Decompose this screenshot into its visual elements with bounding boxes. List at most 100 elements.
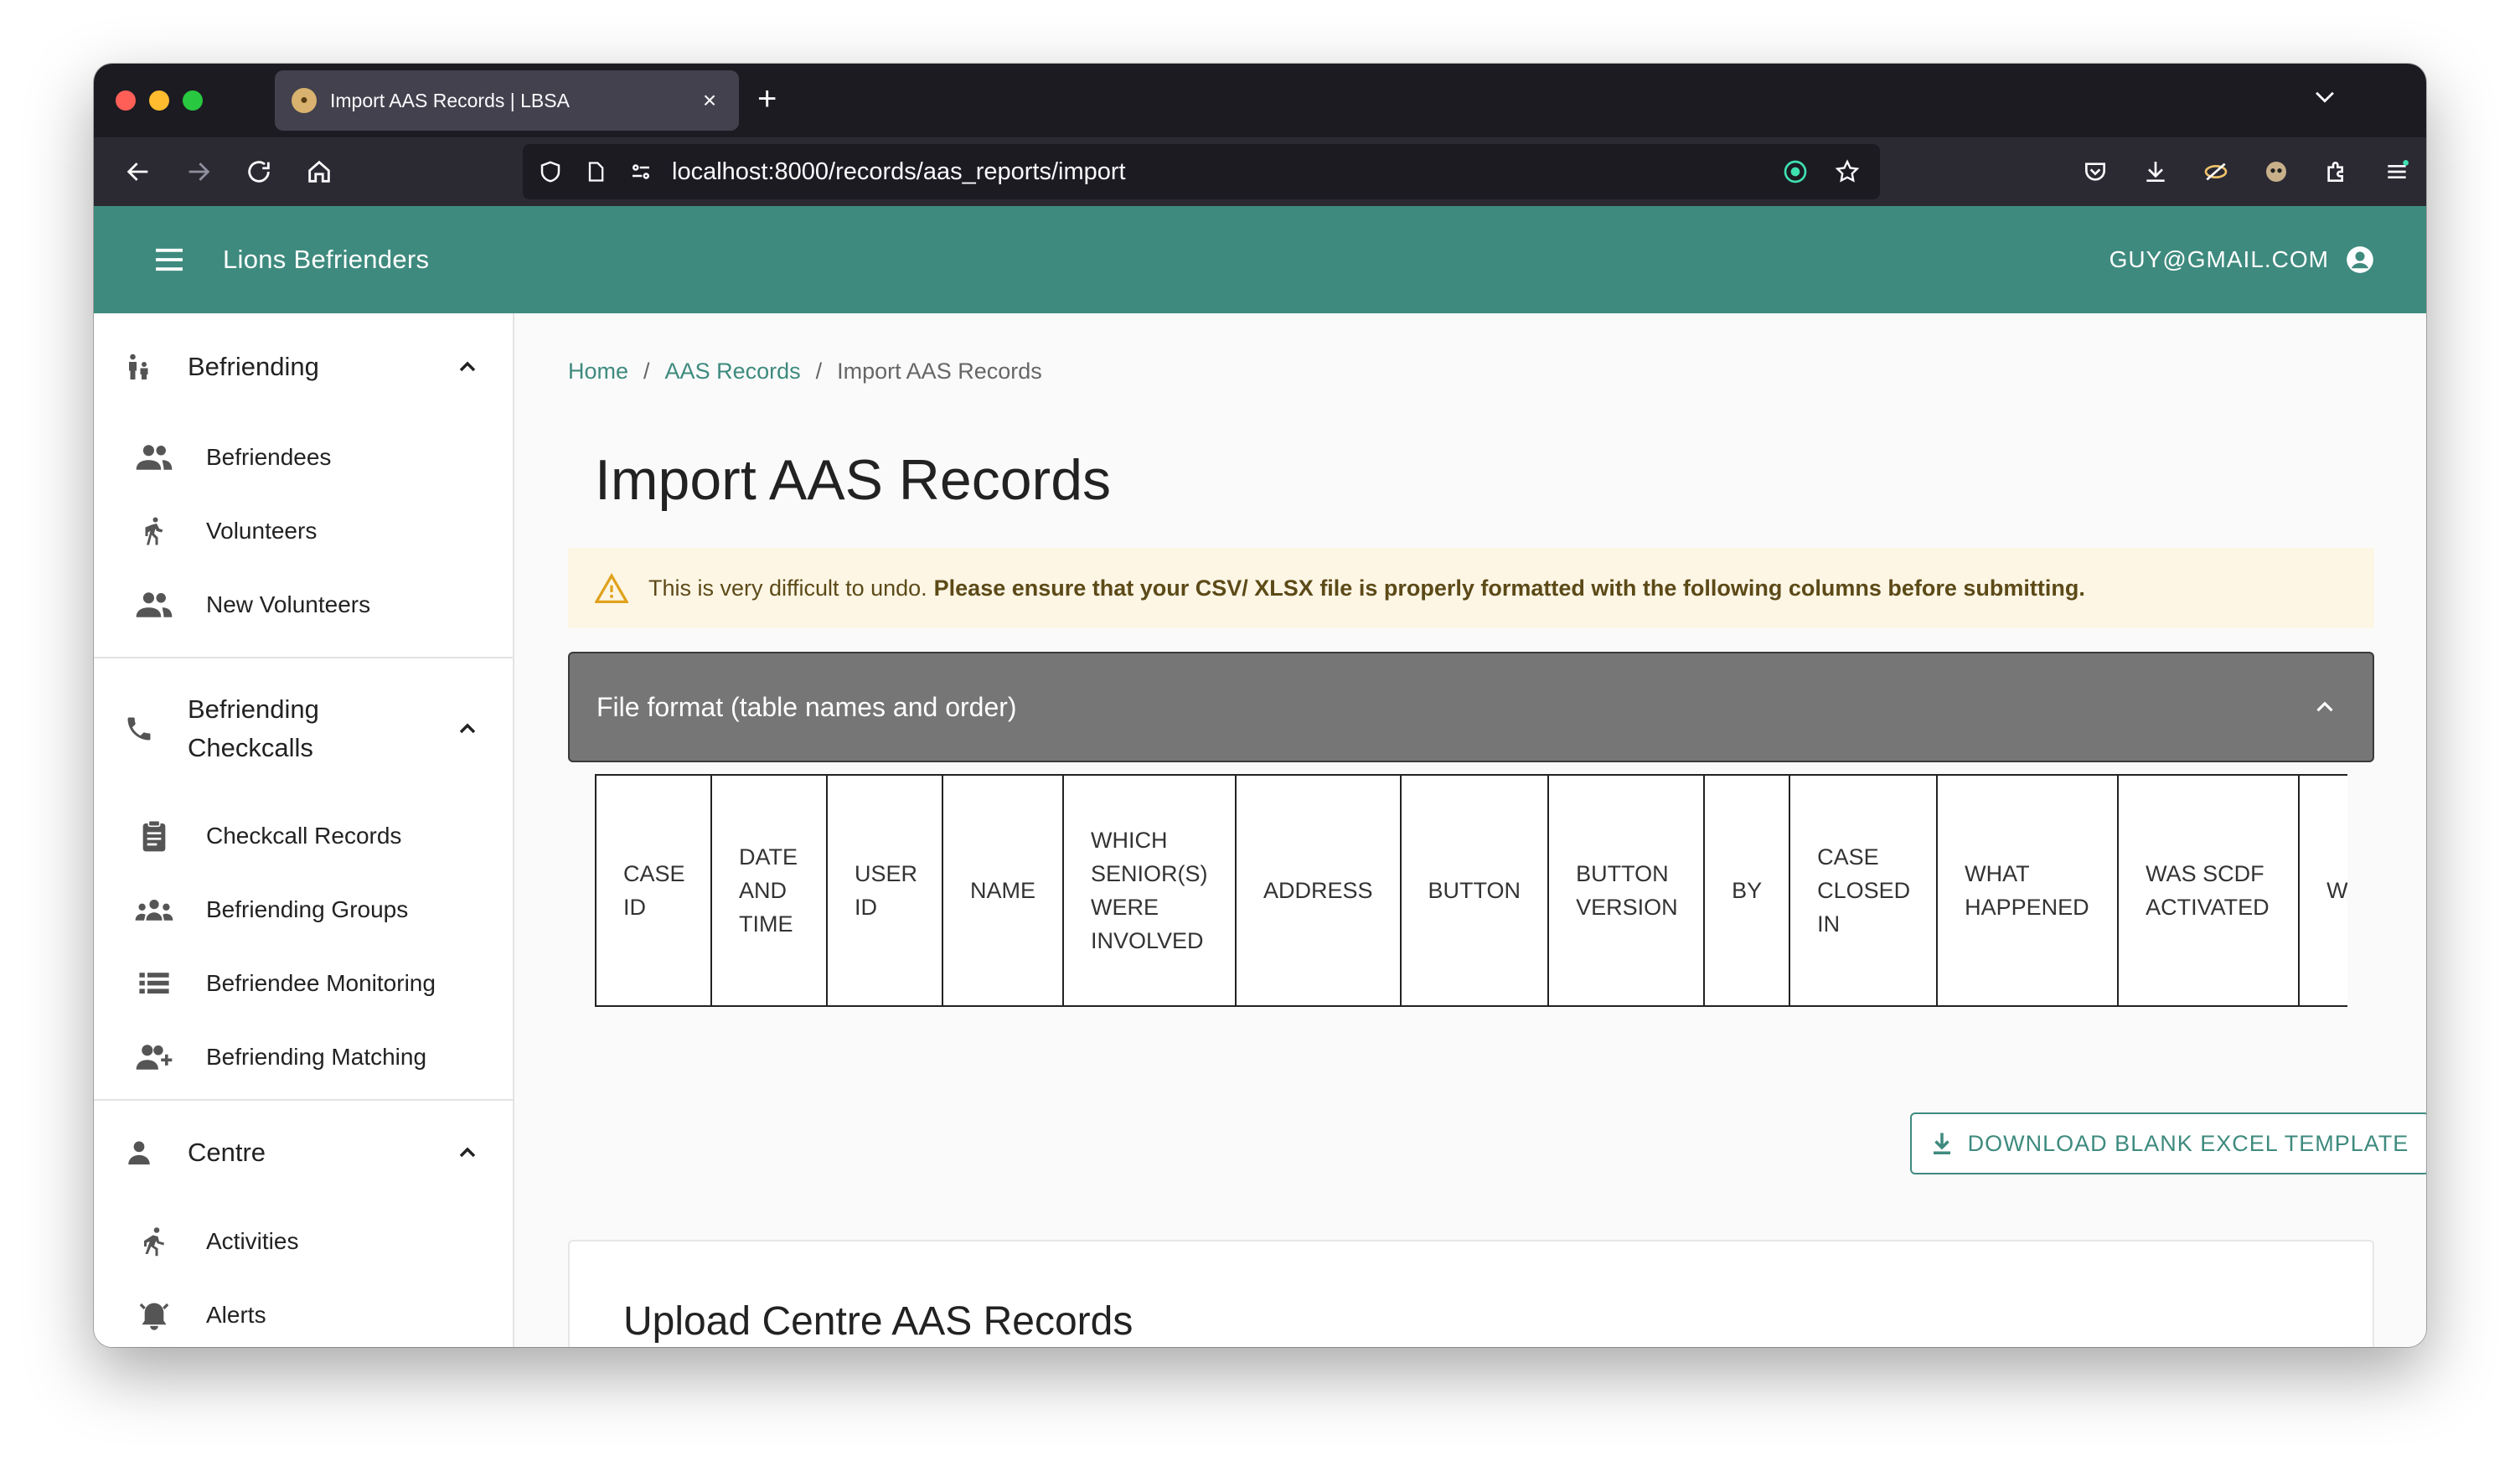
user-email: GUY@GMAIL.COM	[2109, 246, 2329, 272]
column-header-text: BY	[1732, 878, 1763, 903]
file-format-accordion[interactable]: File format (table names and order)	[568, 652, 2374, 762]
column-header: WAS ACTI	[2299, 776, 2347, 1005]
forward-arrow-icon[interactable]	[176, 149, 221, 194]
column-header: DATE AND TIME	[711, 776, 828, 1005]
column-header: NAME	[942, 776, 1065, 1005]
sidebar-item-befriendee-monitoring[interactable]: Befriendee Monitoring	[94, 947, 513, 1020]
page-title: Import AAS Records	[595, 448, 1112, 512]
url-bar[interactable]: localhost:8000/records/aas_reports/impor…	[523, 144, 1880, 199]
shield-icon[interactable]	[528, 149, 573, 194]
download-button-label: DOWNLOAD BLANK EXCEL TEMPLATE	[1967, 1130, 2409, 1156]
column-header: WHICH SENIOR(S) WERE INVOLVED	[1063, 776, 1237, 1005]
person-add-icon	[134, 1040, 174, 1074]
maximize-window-button[interactable]	[183, 90, 203, 111]
bookmark-star-icon[interactable]	[1825, 149, 1870, 194]
column-header: WHAT HAPPENED	[1937, 776, 2120, 1005]
minimize-window-button[interactable]	[149, 90, 169, 111]
table-header-row: CASE ID DATE AND TIME USER ID NAME WHICH…	[596, 776, 2347, 1005]
alert-bold-text: Please ensure that your CSV/ XLSX file i…	[933, 575, 2085, 601]
sidebar-item-label: Befriendee Monitoring	[206, 970, 436, 996]
column-header: BUTTON VERSION	[1548, 776, 1706, 1005]
download-template-button[interactable]: DOWNLOAD BLANK EXCEL TEMPLATE	[1910, 1112, 2426, 1174]
sidebar-item-volunteers[interactable]: Volunteers	[94, 494, 513, 568]
chevron-up-icon[interactable]	[454, 354, 481, 380]
sidebar-group-label: Befriending Checkcalls	[188, 694, 319, 762]
column-header-text: CASE CLOSED IN	[1817, 844, 1911, 937]
download-icon	[1931, 1131, 1953, 1156]
sidebar-item-label: Befriending Matching	[206, 1044, 427, 1070]
browser-window: ● Import AAS Records | LBSA × + localhos…	[94, 64, 2426, 1347]
chevron-up-icon[interactable]	[2311, 693, 2339, 721]
family-icon	[122, 350, 156, 384]
people-icon	[134, 441, 174, 474]
upload-card: Upload Centre AAS Records	[568, 1240, 2374, 1347]
reload-icon[interactable]	[236, 149, 281, 194]
sidebar-item-label: Befriendees	[206, 444, 332, 470]
tab-close-icon[interactable]: ×	[697, 87, 722, 114]
sidebar-item-label: Activities	[206, 1228, 299, 1254]
running-icon	[134, 1225, 174, 1258]
sidebar-group-befriending-checkcalls[interactable]: Befriending Checkcalls	[94, 658, 513, 799]
permissions-icon[interactable]	[618, 149, 664, 194]
column-header-text: CASE ID	[623, 861, 685, 920]
tab-list-chevron-icon[interactable]	[2311, 82, 2339, 111]
sidebar-item-label: New Volunteers	[206, 591, 371, 617]
clipboard-icon	[134, 819, 174, 853]
person-icon	[122, 1136, 156, 1169]
browser-tab-bar: ● Import AAS Records | LBSA × +	[94, 64, 2426, 137]
sidebar-item-new-volunteers[interactable]: New Volunteers	[94, 568, 513, 642]
page-icon[interactable]	[573, 149, 618, 194]
column-header-text: WHAT HAPPENED	[1965, 861, 2089, 920]
downloads-icon[interactable]	[2133, 149, 2178, 194]
extension-avatar-icon[interactable]	[2254, 149, 2299, 194]
breadcrumb: Home / AAS Records / Import AAS Records	[568, 359, 1042, 385]
close-window-button[interactable]	[116, 90, 136, 111]
hamburger-menu-icon[interactable]	[152, 243, 186, 276]
lions-logo-icon: ●	[292, 88, 317, 113]
extension-eye-icon[interactable]	[2193, 149, 2239, 194]
columns-table: CASE ID DATE AND TIME USER ID NAME WHICH…	[596, 776, 2347, 1005]
tracking-protection-icon[interactable]	[1773, 149, 1818, 194]
sidebar-item-befriending-groups[interactable]: Befriending Groups	[94, 873, 513, 947]
sidebar-item-label: Volunteers	[206, 518, 318, 544]
column-header-text: WAS ACTI	[2326, 878, 2347, 903]
chevron-up-icon[interactable]	[454, 1139, 481, 1166]
url-text[interactable]: localhost:8000/records/aas_reports/impor…	[672, 158, 1773, 186]
chevron-up-icon[interactable]	[454, 715, 481, 742]
column-header: ADDRESS	[1236, 776, 1402, 1005]
sidebar-item-befriending-matching[interactable]: Befriending Matching	[94, 1020, 513, 1094]
column-header-text: DATE AND TIME	[739, 844, 798, 937]
file-format-table[interactable]: CASE ID DATE AND TIME USER ID NAME WHICH…	[595, 774, 2347, 1007]
column-header-text: USER ID	[855, 861, 918, 920]
sidebar-group-befriending[interactable]: Befriending	[94, 313, 513, 421]
tab-title: Import AAS Records | LBSA	[330, 89, 570, 111]
breadcrumb-aas-records-link[interactable]: AAS Records	[665, 359, 801, 385]
walking-person-icon	[134, 514, 174, 548]
app-title[interactable]: Lions Befrienders	[223, 245, 429, 275]
warning-icon	[595, 573, 628, 603]
sidebar-item-checkcall-records[interactable]: Checkcall Records	[94, 799, 513, 873]
sidebar-item-activities[interactable]: Activities	[94, 1205, 513, 1278]
groups-icon	[134, 893, 174, 926]
column-header: CASE ID	[596, 776, 712, 1005]
warning-alert: This is very difficult to undo. Please e…	[568, 548, 2374, 628]
pocket-icon[interactable]	[2073, 149, 2118, 194]
new-tab-icon[interactable]: +	[757, 80, 777, 117]
app-header: Lions Befrienders GUY@GMAIL.COM	[94, 206, 2426, 313]
breadcrumb-current: Import AAS Records	[837, 359, 1042, 384]
sidebar-group-centre[interactable]: Centre	[94, 1101, 513, 1205]
browser-tab-active[interactable]: ● Import AAS Records | LBSA ×	[275, 70, 739, 131]
sidebar-item-befriendees[interactable]: Befriendees	[94, 421, 513, 494]
app-menu-icon[interactable]	[2374, 149, 2419, 194]
extensions-puzzle-icon[interactable]	[2314, 149, 2359, 194]
back-arrow-icon[interactable]	[116, 149, 161, 194]
account-circle-icon[interactable]	[2344, 244, 2376, 276]
sidebar-item-label: Checkcall Records	[206, 823, 402, 849]
breadcrumb-home-link[interactable]: Home	[568, 359, 628, 385]
sidebar-item-label: Alerts	[206, 1302, 266, 1328]
breadcrumb-separator: /	[643, 359, 650, 384]
sidebar-item-alerts[interactable]: Alerts	[94, 1278, 513, 1347]
user-menu[interactable]: GUY@GMAIL.COM	[2109, 206, 2376, 313]
home-icon[interactable]	[297, 149, 342, 194]
browser-nav-bar: localhost:8000/records/aas_reports/impor…	[94, 137, 2426, 206]
